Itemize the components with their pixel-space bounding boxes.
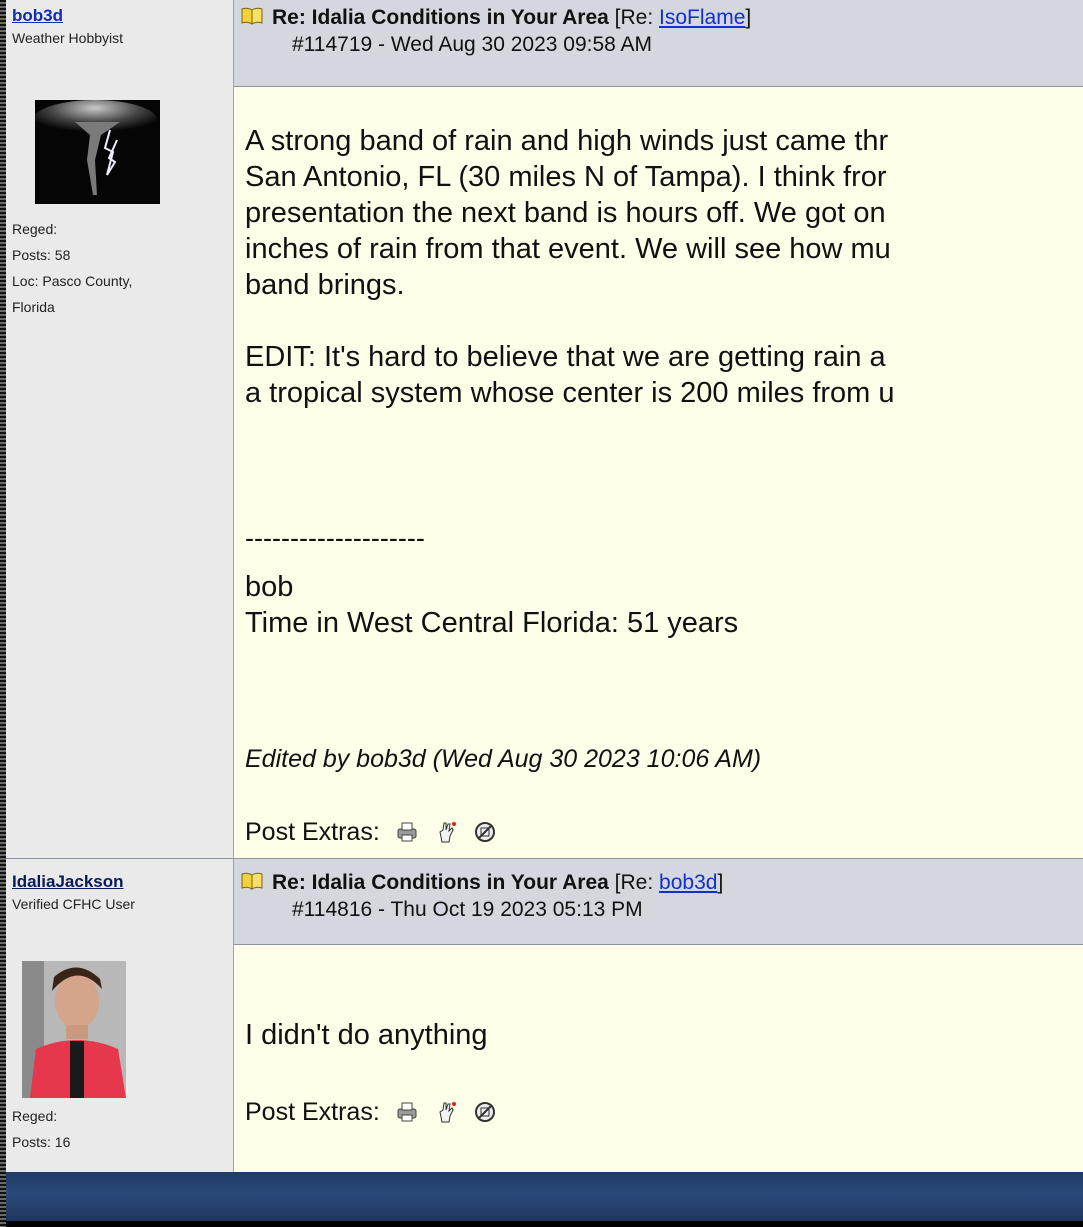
reged-label: Reged:: [12, 221, 58, 237]
post-body-paragraph: I didn't do anything: [245, 1017, 488, 1053]
post-extras-label: Post Extras:: [245, 1098, 380, 1126]
post-subject: Re: Idalia Conditions in Your Area: [272, 871, 609, 894]
body-line: inches of rain from that event. We will …: [245, 233, 891, 265]
re-prefix: [Re:: [614, 6, 660, 29]
post-body-paragraph: A strong band of rain and high winds jus…: [245, 123, 891, 303]
post-main: Re: Idalia Conditions in Your Area [Re: …: [234, 859, 1083, 1172]
notify-moderator-icon[interactable]: [434, 1100, 458, 1124]
post-extras: Post Extras:: [245, 1098, 497, 1127]
print-icon[interactable]: [395, 820, 419, 844]
author-title: Verified CFHC User: [12, 896, 135, 912]
reply-to-user-link[interactable]: IsoFlame: [659, 6, 745, 29]
re-prefix: [Re:: [614, 871, 660, 894]
body-line: A strong band of rain and high winds jus…: [245, 125, 889, 157]
post-extras: Post Extras:: [245, 818, 497, 847]
ignore-icon[interactable]: [473, 1100, 497, 1124]
signature-rule: --------------------: [245, 523, 425, 553]
author-avatar: [22, 961, 126, 1098]
author-meta: Reged: Posts: 16: [12, 1103, 70, 1155]
post-count: Posts: 58: [12, 247, 71, 263]
post-body: I didn't do anything Post Extras:: [234, 945, 1083, 1172]
reged-label: Reged:: [12, 1108, 58, 1124]
location-line: Loc: Pasco County,: [12, 273, 133, 289]
notify-moderator-icon[interactable]: [434, 820, 458, 844]
re-suffix: ]: [717, 871, 724, 894]
author-sidebar: bob3d Weather Hobbyist Reged: Posts: 58 …: [6, 0, 234, 858]
edit-line: EDIT: It's hard to believe that we are g…: [245, 341, 886, 373]
post-114816: IdaliaJackson Verified CFHC User Reged: …: [6, 858, 1083, 1172]
thread-frame: bob3d Weather Hobbyist Reged: Posts: 58 …: [0, 0, 1083, 1227]
print-icon[interactable]: [395, 1100, 419, 1124]
author-title: Weather Hobbyist: [12, 30, 124, 46]
body-line: band brings.: [245, 269, 405, 301]
book-icon: [240, 871, 266, 891]
author-username-link[interactable]: IdaliaJackson: [12, 872, 233, 892]
body-line: I didn't do anything: [245, 1019, 488, 1051]
post-count: Posts: 16: [12, 1134, 71, 1150]
signature: -------------------- bob Time in West Ce…: [245, 523, 739, 641]
location-line-2: Florida: [12, 299, 55, 315]
post-header: Re: Idalia Conditions in Your Area [Re: …: [234, 859, 1083, 945]
post-114719: bob3d Weather Hobbyist Reged: Posts: 58 …: [6, 0, 1083, 858]
post-id-date: #114816 - Thu Oct 19 2023 05:13 PM: [292, 898, 643, 921]
post-id-date: #114719 - Wed Aug 30 2023 09:58 AM: [292, 33, 653, 56]
edit-line: a tropical system whose center is 200 mi…: [245, 377, 895, 409]
post-subject: Re: Idalia Conditions in Your Area: [272, 6, 609, 29]
ignore-icon[interactable]: [473, 820, 497, 844]
post-header: Re: Idalia Conditions in Your Area [Re: …: [234, 0, 1083, 87]
author-avatar: [35, 100, 160, 204]
post-main: Re: Idalia Conditions in Your Area [Re: …: [234, 0, 1083, 858]
reply-to-user-link[interactable]: bob3d: [659, 871, 717, 894]
author-sidebar: IdaliaJackson Verified CFHC User Reged: …: [6, 859, 234, 1172]
body-line: presentation the next band is hours off.…: [245, 197, 886, 229]
body-line: San Antonio, FL (30 miles N of Tampa). I…: [245, 161, 887, 193]
author-meta: Reged: Posts: 58 Loc: Pasco County, Flor…: [12, 216, 132, 320]
post-edit-paragraph: EDIT: It's hard to believe that we are g…: [245, 339, 895, 411]
signature-line: bob: [245, 571, 294, 603]
post-extras-label: Post Extras:: [245, 818, 380, 846]
signature-line: Time in West Central Florida: 51 years: [245, 607, 739, 639]
book-icon: [240, 6, 266, 26]
page-footer-bar: [6, 1172, 1083, 1227]
author-username-link[interactable]: bob3d: [12, 6, 233, 26]
re-suffix: ]: [745, 6, 752, 29]
post-body: A strong band of rain and high winds jus…: [234, 87, 1083, 858]
edited-note: Edited by bob3d (Wed Aug 30 2023 10:06 A…: [245, 745, 762, 773]
